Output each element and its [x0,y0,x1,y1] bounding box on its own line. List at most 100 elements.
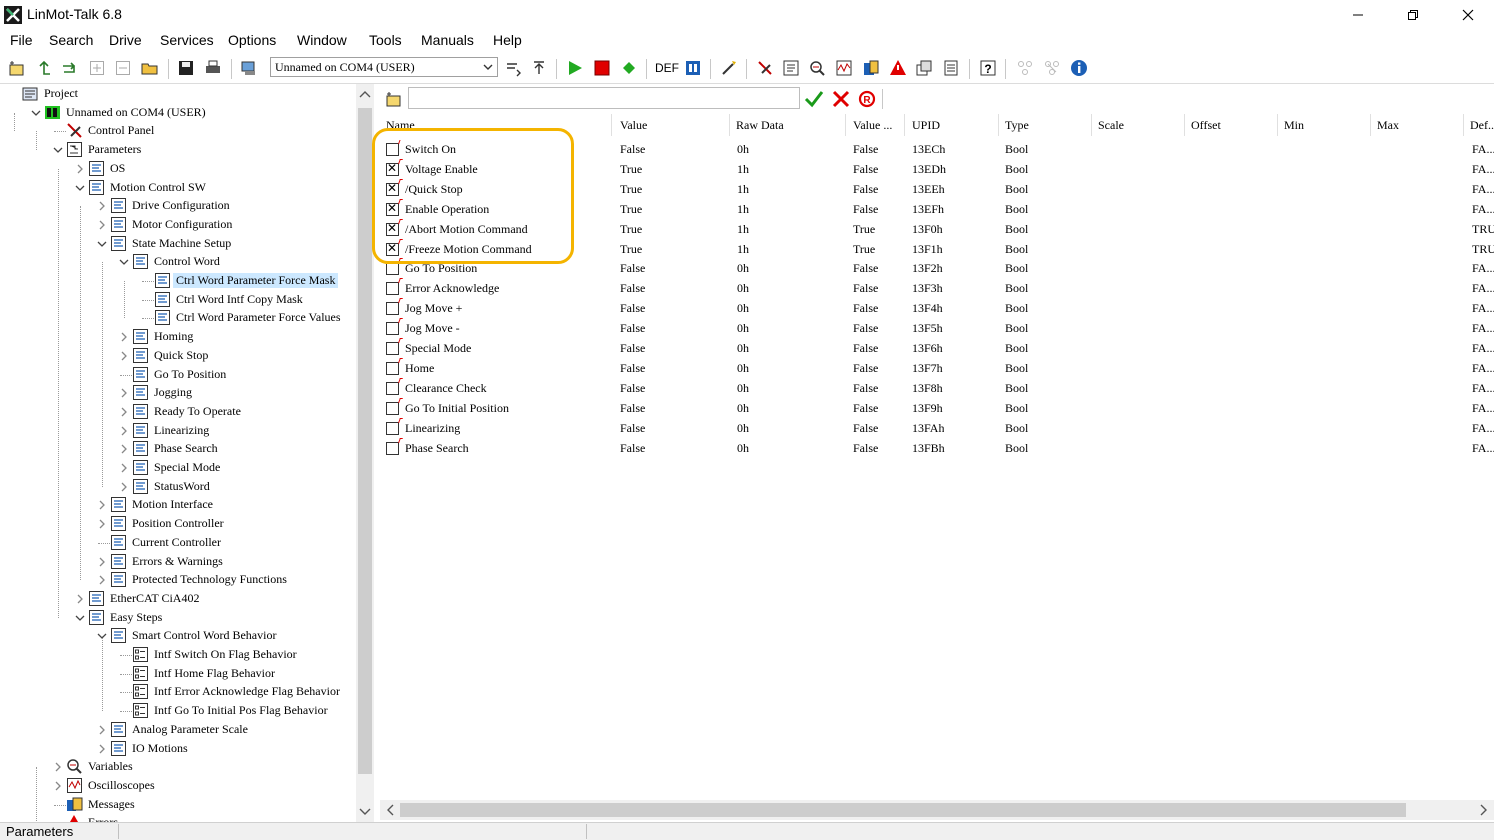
menu-file[interactable]: File [10,32,33,48]
connect-icon[interactable] [240,59,258,77]
menu-help[interactable]: Help [493,32,522,48]
column-header-value[interactable]: Value [614,114,730,136]
row-checkbox[interactable] [386,421,399,435]
row-checkbox[interactable] [386,241,399,256]
cell-value[interactable]: False [620,142,645,157]
properties-icon[interactable] [942,59,960,77]
minimize-button[interactable] [1330,0,1385,30]
scroll-down-icon[interactable] [356,802,374,820]
column-header-max[interactable]: Max [1371,114,1464,136]
discard-x-icon[interactable] [831,89,851,113]
errors-icon[interactable] [889,59,907,77]
table-row[interactable]: Jog Move - False 0h False 13F5h Bool FA... [380,318,1494,339]
cell-value[interactable]: False [620,261,645,276]
expand-all-icon[interactable] [88,59,106,77]
cell-value[interactable]: False [620,341,645,356]
chevron-down-icon[interactable] [74,612,86,624]
tree-node-io-motions[interactable]: IO Motions [0,740,356,758]
reset-icon[interactable]: R [857,89,877,113]
column-header-upid[interactable]: UPID [906,114,999,136]
cell-value[interactable]: False [620,321,645,336]
tree-node-ctrl-word-parameter-force-mask[interactable]: Ctrl Word Parameter Force Mask [0,272,356,290]
grid-horizontal-scrollbar[interactable] [380,800,1494,820]
tree-node-position-controller[interactable]: Position Controller [0,515,356,533]
tree-node-phase-search[interactable]: Phase Search [0,440,356,458]
cell-value[interactable]: False [620,441,645,456]
chevron-right-icon[interactable] [96,574,108,586]
cell-value[interactable]: True [620,182,642,197]
row-checkbox[interactable] [386,381,399,395]
chevron-right-icon[interactable] [118,443,130,455]
column-header-type[interactable]: Type [999,114,1092,136]
menu-options[interactable]: Options [228,32,276,48]
chevron-right-icon[interactable] [118,481,130,493]
chevron-right-icon[interactable] [118,406,130,418]
tree-node-smart-control-word-behavior[interactable]: Smart Control Word Behavior [0,627,356,645]
chevron-right-icon[interactable] [118,331,130,343]
cell-value[interactable]: False [620,381,645,396]
row-checkbox[interactable] [386,181,399,196]
chevron-right-icon[interactable] [52,761,64,773]
cell-value[interactable]: True [620,202,642,217]
cell-value[interactable]: False [620,361,645,376]
tree-node-linearizing[interactable]: Linearizing [0,422,356,440]
tree-node-intf-error-acknowledge-flag-behavior[interactable]: Intf Error Acknowledge Flag Behavior [0,683,356,701]
row-checkbox[interactable] [386,221,399,236]
move-up-icon[interactable] [35,59,53,77]
table-row[interactable]: Error Acknowledge False 0h False 13F3h Bool FA… [380,278,1494,299]
upload-icon[interactable] [530,59,548,77]
tree-node-unnamed-on-com4-user[interactable]: Unnamed on COM4 (USER) [0,104,356,122]
step-icon[interactable] [620,59,638,77]
tree-node-special-mode[interactable]: Special Mode [0,459,356,477]
chevron-down-icon[interactable] [118,256,130,268]
chevron-right-icon[interactable] [118,350,130,362]
scroll-left-icon[interactable] [382,801,400,819]
row-checkbox[interactable] [386,322,399,336]
chevron-right-icon[interactable] [74,593,86,605]
collapse-all-icon[interactable] [114,59,132,77]
table-row[interactable]: /Quick Stop True 1h False 13EEh Bool FA... [380,178,1494,200]
restore-button[interactable] [1385,0,1440,30]
save-icon[interactable] [177,59,195,77]
chevron-right-icon[interactable] [74,163,86,175]
oscilloscope-icon[interactable] [835,59,853,77]
table-row[interactable]: /Abort Motion Command True 1h True 13F0h Bool… [380,218,1494,240]
table-row[interactable]: Voltage Enable True 1h False 13EDh Bool FA... [380,158,1494,180]
tree-node-protected-technology-functions[interactable]: Protected Technology Functions [0,571,356,589]
connection-select[interactable]: Unnamed on COM4 (USER) [270,57,498,77]
chevron-right-icon[interactable] [52,780,64,792]
cell-value[interactable]: False [620,401,645,416]
tree-node-go-to-position[interactable]: Go To Position [0,366,356,384]
wizard-icon[interactable] [720,59,738,77]
column-header-min[interactable]: Min [1278,114,1371,136]
grid-scrollbar-thumb[interactable] [400,803,1406,817]
help-icon[interactable]: ? [979,59,997,77]
column-header-value2[interactable]: Value ... [847,114,905,136]
menu-services[interactable]: Services [160,32,214,48]
chevron-down-icon[interactable] [96,238,108,250]
tree-node-control-panel[interactable]: Control Panel [0,122,356,140]
download-icon[interactable] [505,59,523,77]
tree-node-ready-to-operate[interactable]: Ready To Operate [0,403,356,421]
defaults-button[interactable]: DEF [655,61,681,79]
tree-node-parameters[interactable]: Parameters [0,141,356,159]
tree-node-errors[interactable]: Errors [0,814,356,822]
refresh-icon[interactable] [60,59,78,77]
stop-icon[interactable] [593,59,611,77]
chevron-down-icon[interactable] [74,182,86,194]
chevron-right-icon[interactable] [118,387,130,399]
scroll-right-icon[interactable] [1474,801,1492,819]
chevron-right-icon[interactable] [96,219,108,231]
table-row[interactable]: Phase Search False 0h False 13FBh Bool FA... [380,437,1494,459]
table-row[interactable]: Enable Operation True 1h False 13EFh Bool FA..… [380,198,1494,220]
cell-value[interactable]: False [620,421,645,436]
column-header-name[interactable]: Name [380,114,612,136]
tree-scrollbar-thumb[interactable] [358,108,372,774]
close-button[interactable] [1440,0,1494,30]
menu-search[interactable]: Search [49,32,93,48]
table-row[interactable]: Jog Move + False 0h False 13F4h Bool FA... [380,298,1494,319]
cell-value[interactable]: True [620,222,642,237]
table-row[interactable]: Switch On False 0h False 13ECh Bool FA... [380,140,1494,160]
tree-node-errors-warnings[interactable]: Errors & Warnings [0,553,356,571]
menu-drive[interactable]: Drive [109,32,142,48]
